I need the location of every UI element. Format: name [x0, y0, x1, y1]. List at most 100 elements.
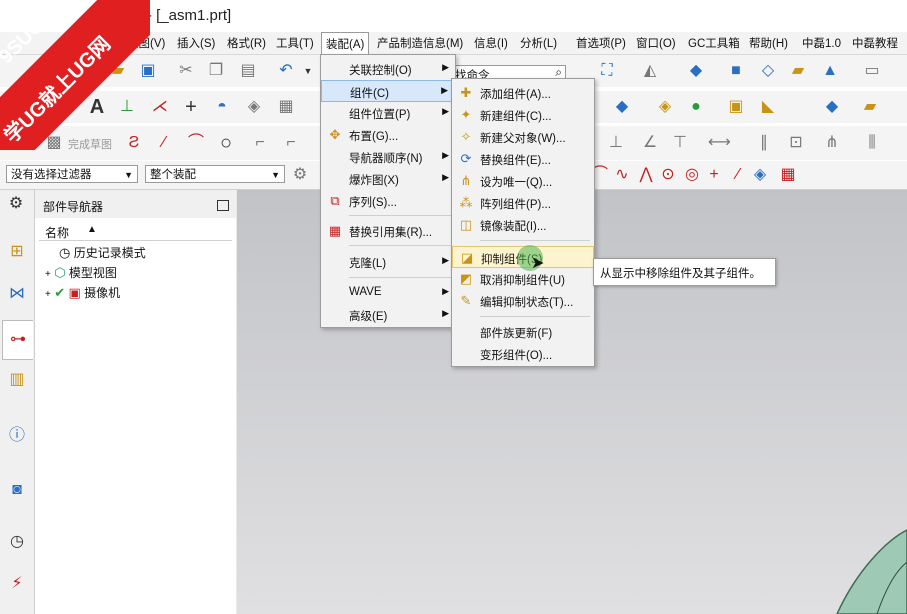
hd3d-tools-icon[interactable]: ⓘ: [7, 426, 27, 446]
snap-intersection-icon[interactable]: +: [704, 165, 724, 185]
text-icon[interactable]: A: [87, 97, 107, 117]
menu-preferences[interactable]: 首选项(P): [576, 35, 626, 51]
mesh-icon[interactable]: ▦: [276, 97, 296, 117]
menu-zhonglei-tutorial[interactable]: 中磊教程: [852, 35, 898, 51]
save-icon[interactable]: ▣: [138, 61, 158, 81]
coincident-icon[interactable]: ⊡: [786, 133, 806, 153]
view-orient-icon[interactable]: ◆: [686, 61, 706, 81]
menu-item-family-update[interactable]: 部件族更新(F): [452, 321, 594, 343]
menu-item-advanced[interactable]: 高级(E) ▶: [321, 304, 455, 326]
expand-icon[interactable]: +: [45, 289, 51, 300]
menu-item-suppress-component[interactable]: ◪ 抑制组件(S) ➤: [452, 245, 594, 272]
parallel-icon[interactable]: ∥: [754, 133, 774, 153]
combine-icon[interactable]: ◈: [655, 97, 675, 117]
maximize-icon[interactable]: [217, 200, 229, 211]
midpoint-icon[interactable]: ⋔: [822, 133, 842, 153]
web-browser-icon[interactable]: ◙: [7, 480, 27, 500]
shaded-icon[interactable]: ◭: [640, 61, 660, 81]
part-navigator-tab[interactable]: ⊶: [2, 320, 33, 360]
profile-icon[interactable]: Ƨ: [124, 133, 144, 153]
assembly-scope-dropdown[interactable]: 整个装配 ▼: [145, 165, 285, 183]
box-icon[interactable]: ▣: [726, 97, 746, 117]
csys-icon[interactable]: ⊥: [117, 97, 137, 117]
menu-item-pattern-component[interactable]: ⁂ 阵列组件(P)...: [452, 192, 594, 214]
snap-face-icon[interactable]: ◈: [750, 165, 770, 185]
history-icon[interactable]: ◷: [7, 532, 27, 552]
pattern-icon[interactable]: ◆: [612, 97, 632, 117]
sweep-icon[interactable]: ◣: [758, 97, 778, 117]
menu-item-unsuppress-component[interactable]: ◩ 取消抑制组件(U): [452, 268, 594, 290]
fillet-icon[interactable]: ⌐: [250, 133, 270, 153]
extrude-icon[interactable]: ◓: [212, 97, 232, 117]
menu-item-sequencing[interactable]: ⧉ 序列(S)...: [321, 190, 455, 212]
line-icon[interactable]: ⁄: [154, 133, 174, 153]
menu-window[interactable]: 窗口(O): [636, 35, 676, 51]
snap-grid-icon[interactable]: ▦: [778, 165, 798, 185]
settings-gear-icon[interactable]: ⚙: [6, 194, 26, 214]
menu-item-edit-suppression-state[interactable]: ✎ 编辑抑制状态(T)...: [452, 290, 594, 312]
reuse-library-icon[interactable]: ▥: [7, 370, 27, 390]
menu-item-component-position[interactable]: 组件位置(P) ▶: [321, 102, 455, 124]
menu-view[interactable]: 视图(V): [127, 35, 165, 51]
open-icon[interactable]: ▰: [108, 61, 128, 81]
paste-icon[interactable]: ▤: [238, 61, 258, 81]
wireframe-icon[interactable]: ◇: [758, 61, 778, 81]
menu-help[interactable]: 帮助(H): [749, 35, 788, 51]
background-icon[interactable]: ▭: [862, 61, 882, 81]
undo-dropdown-icon[interactable]: ▼: [298, 61, 318, 81]
menu-info[interactable]: 信息(I): [474, 35, 508, 51]
menu-gc-toolbox[interactable]: GC工具箱: [688, 35, 740, 51]
constraint-icon[interactable]: ⊥: [606, 133, 626, 153]
datum-axis-icon[interactable]: ⋌: [150, 97, 170, 117]
menu-item-mirror-assembly[interactable]: ◫ 镜像装配(I)...: [452, 214, 594, 236]
tangent-icon[interactable]: ⊤: [670, 133, 690, 153]
finish-sketch-icon[interactable]: ▩: [44, 133, 64, 153]
menu-tools[interactable]: 工具(T): [276, 35, 314, 51]
menu-item-new-parent[interactable]: ✧ 新建父对象(W)...: [452, 126, 594, 148]
menu-zhonglei[interactable]: 中磊1.0: [802, 35, 841, 51]
menu-item-arrangements[interactable]: ✥ 布置(G)...: [321, 124, 455, 146]
layer-icon[interactable]: ▲: [820, 61, 840, 81]
menu-item-cloning[interactable]: 克隆(L) ▶: [321, 251, 455, 273]
menu-pmi[interactable]: 产品制造信息(M): [377, 35, 463, 51]
menu-item-replace-component[interactable]: ⟳ 替换组件(E)...: [452, 148, 594, 170]
copy-icon[interactable]: ❐: [206, 61, 226, 81]
point-icon[interactable]: +: [181, 97, 201, 117]
menu-item-associative-control[interactable]: 关联控制(O) ▶: [321, 58, 455, 80]
undo-icon[interactable]: ↶: [276, 61, 296, 81]
snap-tangent-icon[interactable]: ⋀: [636, 165, 656, 185]
menu-insert[interactable]: 插入(S): [177, 35, 215, 51]
assembly-navigator-icon[interactable]: ⊞: [7, 242, 27, 262]
tree-node-cameras[interactable]: + ✔ ▣ 摄像机: [45, 284, 120, 301]
chamfer-icon[interactable]: ⌐: [281, 133, 301, 153]
vertical-icon[interactable]: ⫼: [862, 133, 882, 153]
scope-options-icon[interactable]: ⚙: [290, 165, 310, 185]
perpendicular-icon[interactable]: ∠: [640, 133, 660, 153]
menu-item-exploded-views[interactable]: 爆炸图(X) ▶: [321, 168, 455, 190]
arc-icon[interactable]: ⌒: [186, 133, 206, 153]
menu-item-replace-reference-set[interactable]: ▦ 替换引用集(R)...: [321, 220, 455, 242]
menu-item-navigator-order[interactable]: 导航器顺序(N) ▶: [321, 146, 455, 168]
shape-icon[interactable]: ●: [686, 97, 706, 117]
menu-analysis[interactable]: 分析(L): [520, 35, 557, 51]
surface-icon[interactable]: ◈: [244, 97, 264, 117]
expand-icon[interactable]: +: [45, 269, 51, 280]
dimension-icon[interactable]: ⟷: [708, 133, 731, 153]
snap-curve-icon[interactable]: ∿: [612, 165, 632, 185]
constraint-navigator-icon[interactable]: ⋈: [7, 284, 27, 304]
cut-icon[interactable]: ✂: [176, 61, 196, 81]
finish-sketch-label[interactable]: 完成草图: [68, 136, 112, 152]
circle-icon[interactable]: ○: [216, 133, 236, 153]
snap-quadrant-icon[interactable]: ◎: [682, 165, 702, 185]
section-icon[interactable]: ▰: [788, 61, 808, 81]
menu-item-components[interactable]: 组件(C) ▶: [321, 80, 455, 102]
tree-node-history[interactable]: ◷ 历史记录模式: [59, 244, 146, 261]
menu-assembly[interactable]: 装配(A): [321, 32, 370, 56]
tree-node-model-views[interactable]: + ⬡ 模型视图: [45, 264, 117, 281]
menu-format[interactable]: 格式(R): [227, 35, 266, 51]
menu-item-new-component[interactable]: ✦ 新建组件(C)...: [452, 104, 594, 126]
system-materials-icon[interactable]: ⚡: [7, 574, 27, 594]
cube-icon[interactable]: ■: [726, 61, 746, 81]
selection-filter-dropdown[interactable]: 没有选择过滤器 ▼: [6, 165, 138, 183]
column-header[interactable]: 名称 ▲: [39, 222, 232, 241]
